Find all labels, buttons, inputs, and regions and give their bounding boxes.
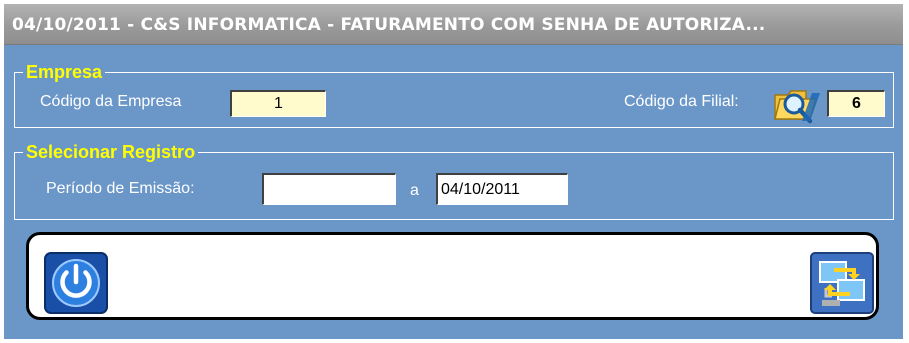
folder-search-icon <box>774 90 820 124</box>
codigo-filial-label: Código da Filial: <box>624 93 739 110</box>
codigo-filial-field[interactable]: 6 <box>827 90 885 117</box>
button-panel <box>26 232 879 320</box>
exit-button[interactable] <box>44 252 108 314</box>
window-title: 04/10/2011 - C&S INFORMATICA - FATURAMEN… <box>12 15 766 35</box>
switch-screens-button[interactable] <box>810 252 874 314</box>
periodo-fim-field[interactable]: 04/10/2011 <box>436 173 568 205</box>
switch-screens-icon <box>810 252 874 314</box>
registro-group-title: Selecionar Registro <box>23 142 199 162</box>
empresa-group-title: Empresa <box>23 62 106 82</box>
codigo-empresa-field[interactable]: 1 <box>230 90 326 117</box>
folder-search-button[interactable] <box>772 83 824 125</box>
periodo-inicio-field[interactable] <box>262 173 396 205</box>
periodo-emissao-label: Período de Emissão: <box>46 180 195 197</box>
application-window: 04/10/2011 - C&S INFORMATICA - FATURAMEN… <box>4 4 903 339</box>
title-bar: 04/10/2011 - C&S INFORMATICA - FATURAMEN… <box>4 4 903 45</box>
codigo-empresa-label: Código da Empresa <box>40 93 182 110</box>
periodo-separator: a <box>410 182 419 199</box>
power-icon <box>44 252 108 314</box>
